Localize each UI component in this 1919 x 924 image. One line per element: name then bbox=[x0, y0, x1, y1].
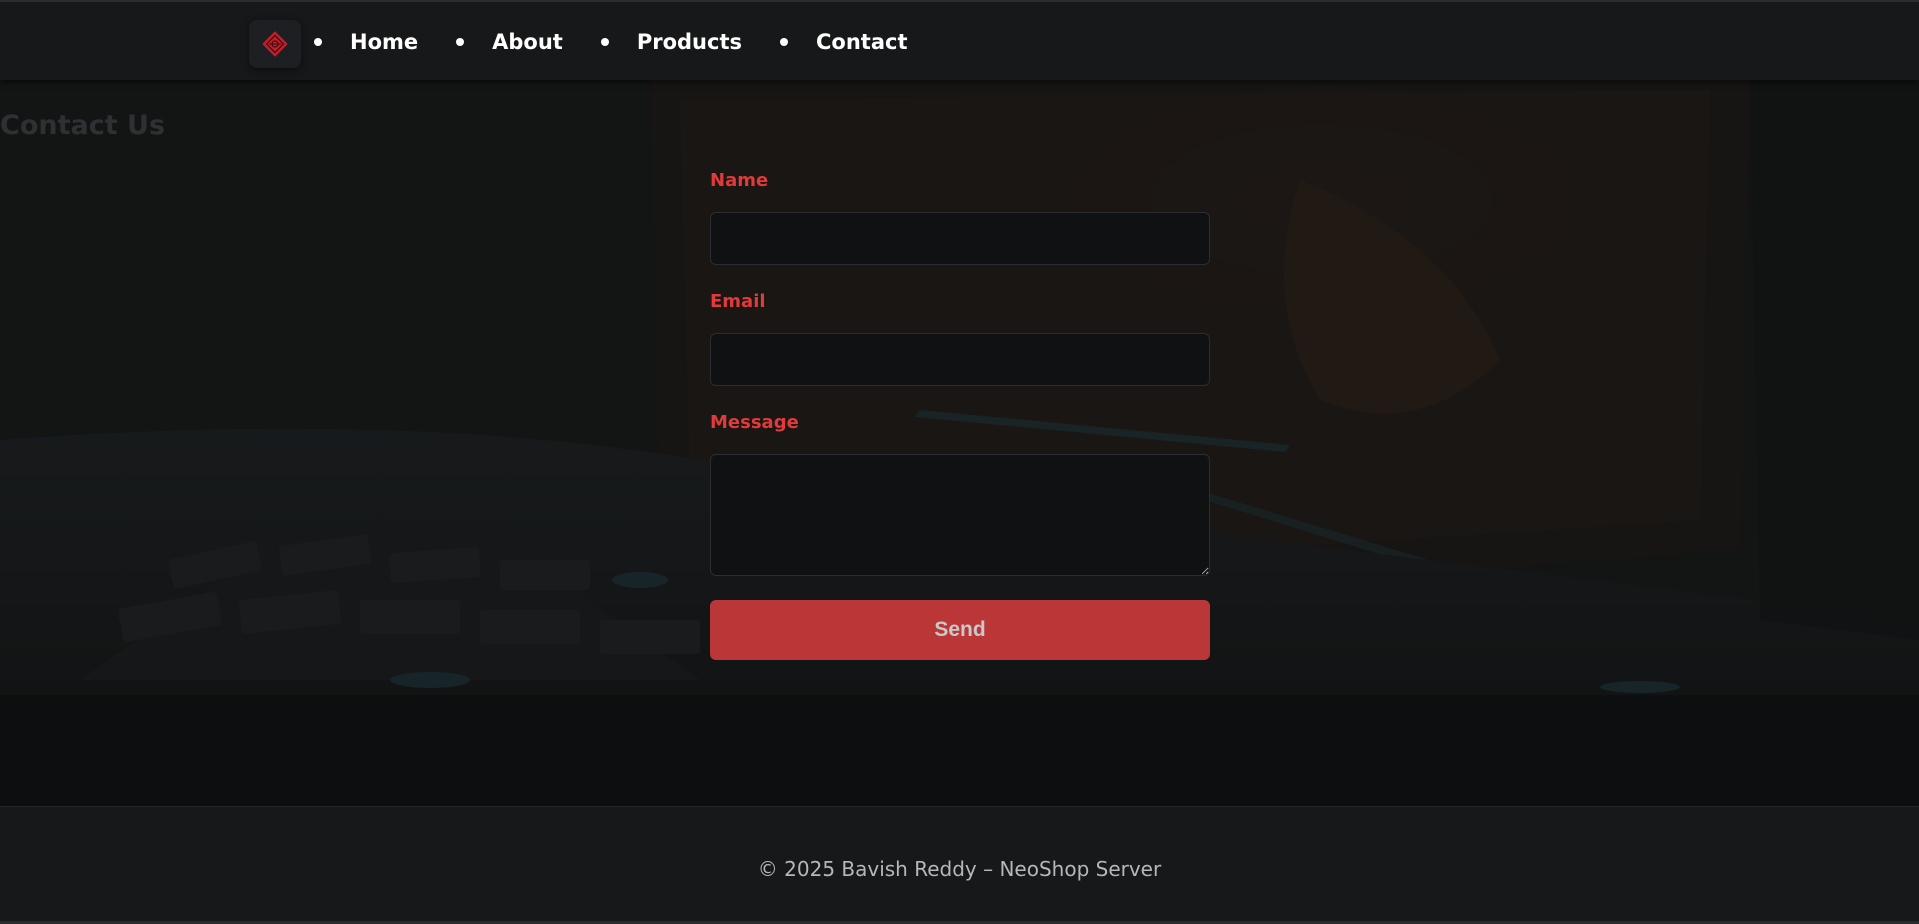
contact-form: Name Email Message Send bbox=[710, 170, 1210, 660]
bullet-icon bbox=[314, 38, 322, 46]
name-field[interactable] bbox=[710, 212, 1210, 265]
bullet-icon bbox=[600, 38, 609, 46]
nav-products-label: Products bbox=[636, 30, 742, 54]
page-title: Contact Us bbox=[0, 110, 166, 141]
message-field[interactable] bbox=[710, 454, 1210, 576]
email-label: Email bbox=[710, 291, 766, 312]
site-logo[interactable] bbox=[249, 20, 301, 68]
name-label: Name bbox=[710, 170, 769, 191]
nav-contact-label: Contact bbox=[816, 30, 908, 54]
contact-hero: Contact Us Name Email Message Send bbox=[0, 80, 1919, 695]
bullet-icon bbox=[456, 38, 465, 46]
nav-home-label: Home bbox=[350, 30, 419, 54]
page-footer: © 2025 Bavish Reddy – NeoShop Server bbox=[0, 806, 1919, 924]
nav-about[interactable]: About bbox=[456, 30, 601, 54]
nav-products[interactable]: Products bbox=[600, 30, 780, 54]
send-button[interactable]: Send bbox=[710, 600, 1210, 660]
footer-copyright: © 2025 Bavish Reddy – NeoShop Server bbox=[757, 856, 1162, 881]
bullet-icon bbox=[780, 38, 788, 46]
nav-home[interactable]: Home bbox=[314, 30, 456, 54]
diamond-emblem-icon bbox=[262, 31, 288, 57]
email-field[interactable] bbox=[710, 333, 1210, 386]
nav-contact[interactable]: Contact bbox=[780, 30, 946, 54]
message-label: Message bbox=[710, 412, 799, 433]
nav-about-label: About bbox=[492, 30, 563, 54]
main-nav: Home About Products Contact bbox=[314, 2, 946, 82]
top-navbar: Home About Products Contact bbox=[0, 0, 1919, 80]
